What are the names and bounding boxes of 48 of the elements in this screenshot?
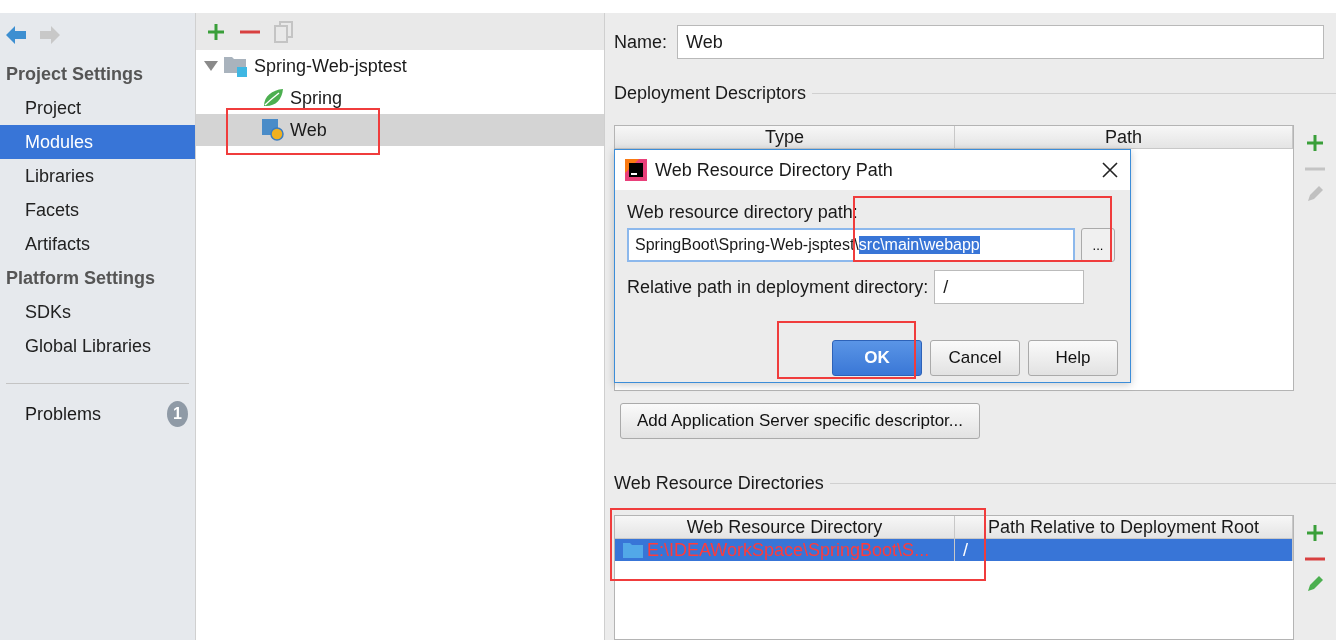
sidebar-item[interactable]: Libraries: [0, 159, 195, 193]
dialog-button[interactable]: OK: [832, 340, 922, 376]
module-folder-icon: [224, 55, 248, 77]
back-arrow-icon[interactable]: [6, 26, 26, 44]
column-header[interactable]: Path Relative to Deployment Root: [955, 516, 1293, 538]
pencil-icon[interactable]: [1306, 575, 1324, 593]
table-cell: /: [963, 539, 968, 561]
pencil-icon[interactable]: [1306, 185, 1324, 203]
section-title: Deployment Descriptors: [614, 82, 807, 104]
add-icon[interactable]: [1305, 523, 1325, 543]
close-icon[interactable]: [1100, 160, 1120, 180]
copy-icon[interactable]: [274, 20, 294, 43]
tree-item[interactable]: Spring: [196, 82, 604, 114]
section-heading: Platform Settings: [5, 267, 157, 290]
name-field[interactable]: Web: [677, 25, 1324, 59]
folder-icon: [623, 542, 643, 558]
dialog-title: Web Resource Directory Path: [655, 159, 894, 181]
column-header[interactable]: Type: [615, 126, 955, 148]
column-header[interactable]: Path: [955, 126, 1293, 148]
leaf-icon: [262, 88, 284, 108]
expand-arrow-icon[interactable]: [204, 61, 218, 71]
column-header[interactable]: Web Resource Directory: [615, 516, 955, 538]
tree-item[interactable]: Spring-Web-jsptest: [196, 50, 604, 82]
remove-icon[interactable]: [240, 29, 260, 34]
sidebar-item[interactable]: SDKs: [0, 295, 195, 329]
sidebar-item[interactable]: Modules: [0, 125, 195, 159]
table-cell: E:\IDEAWorkSpace\SpringBoot\S...: [647, 539, 930, 561]
sidebar-item[interactable]: Artifacts: [0, 227, 195, 261]
sidebar-item[interactable]: Global Libraries: [0, 329, 195, 363]
table-row[interactable]: E:\IDEAWorkSpace\SpringBoot\S... /: [615, 539, 1293, 561]
add-icon[interactable]: [206, 21, 226, 42]
web-module-icon: [262, 119, 284, 141]
field-label: Relative path in deployment directory:: [627, 276, 929, 298]
dialog-button[interactable]: Cancel: [930, 340, 1020, 376]
sidebar-item[interactable]: Problems: [25, 403, 102, 425]
remove-icon[interactable]: [1305, 557, 1325, 561]
add-descriptor-button[interactable]: Add Application Server specific descriptor...: [620, 403, 980, 439]
add-icon[interactable]: [1305, 133, 1325, 153]
sidebar-item[interactable]: Facets: [0, 193, 195, 227]
app-logo-icon: [625, 159, 647, 181]
section-title: Web Resource Directories: [614, 472, 824, 494]
relative-path-field[interactable]: /: [934, 270, 1085, 304]
name-label: Name:: [614, 31, 667, 53]
tree-item[interactable]: Web: [196, 114, 604, 146]
dialog-button[interactable]: Help: [1028, 340, 1118, 376]
sidebar-item[interactable]: Project: [0, 91, 195, 125]
count-badge: 1: [167, 401, 188, 427]
section-heading: Project Settings: [5, 63, 145, 86]
